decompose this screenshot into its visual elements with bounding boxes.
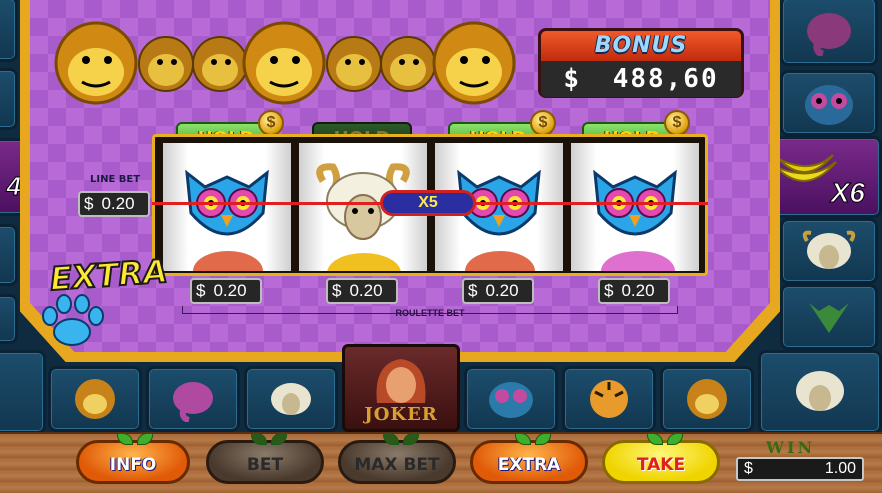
- next-symbol-peek: [465, 251, 535, 271]
- paw-icon: [42, 294, 104, 346]
- tile-bottom-sheep: [244, 366, 338, 432]
- tile-right-owl: [780, 70, 878, 136]
- line-bet-value: 0.20: [101, 194, 135, 213]
- win-display: $ 1.00: [736, 457, 864, 481]
- reel-bet-1[interactable]: $0.20: [190, 278, 262, 304]
- tile-left-4: [0, 294, 18, 344]
- bonus-currency: $: [563, 64, 582, 94]
- win-label: WIN: [766, 438, 816, 457]
- wolf-icon: [809, 303, 849, 333]
- payline-multiplier: X5: [380, 190, 476, 216]
- left-multiplier-label: 4: [6, 171, 22, 202]
- reel-bet-value: 0.20: [485, 281, 519, 300]
- tile-bottom-0: [0, 350, 46, 434]
- reel-bet-value: 0.20: [621, 281, 655, 300]
- extra-button-label: EXTRA: [497, 455, 561, 475]
- currency-symbol: $: [332, 281, 342, 300]
- line-bet-label: LINE BET: [90, 174, 141, 185]
- reel-bet-3[interactable]: $0.20: [462, 278, 534, 304]
- tile-bottom-tiger: [562, 366, 656, 432]
- info-button[interactable]: INFO: [76, 433, 190, 484]
- owl-icon: [593, 169, 677, 236]
- next-symbol-peek: [327, 253, 401, 271]
- extra-button[interactable]: EXTRA: [470, 433, 588, 484]
- elephant-icon: [173, 382, 213, 422]
- currency-symbol: $: [84, 194, 94, 213]
- owl-icon: [185, 169, 269, 236]
- reel-4: [571, 143, 699, 271]
- owl-icon: [489, 382, 533, 418]
- tile-right-sheep: [780, 218, 878, 284]
- monkey-icon: [432, 21, 516, 105]
- tile-left-1: [0, 0, 18, 62]
- leaf-icon: [667, 433, 683, 445]
- currency-symbol: $: [196, 281, 206, 300]
- reel-bet-4[interactable]: $0.20: [598, 278, 670, 304]
- tile-right-elephant: [780, 0, 878, 66]
- line-bet-amount[interactable]: $0.20: [78, 191, 150, 217]
- sheep-icon: [796, 371, 844, 411]
- take-button-label: TAKE: [636, 455, 686, 475]
- tile-bottom-sheep-2: [758, 350, 882, 434]
- win-amount: 1.00: [824, 460, 856, 477]
- monkey-icon: [75, 379, 115, 419]
- leaf-icon: [271, 433, 287, 445]
- info-button-label: INFO: [109, 455, 157, 475]
- next-symbol-peek: [193, 251, 263, 271]
- bonus-value: 488,60: [612, 64, 719, 94]
- tile-bottom-monkey-2: [660, 366, 754, 432]
- leaf-icon: [137, 433, 153, 445]
- reel-bet-value: 0.20: [349, 281, 383, 300]
- reel-1: [163, 143, 291, 271]
- sheep-icon: [802, 230, 856, 269]
- owl-icon: [805, 85, 853, 125]
- bet-button-label: BET: [246, 455, 284, 475]
- bet-button[interactable]: BET: [206, 433, 324, 484]
- tile-left-3: [0, 224, 18, 286]
- leaf-icon: [535, 433, 551, 445]
- currency-symbol: $: [604, 281, 614, 300]
- win-currency: $: [744, 460, 753, 477]
- tile-bottom-owl: [464, 366, 558, 432]
- bonus-display: BONUS $ 488,60: [538, 28, 744, 98]
- tile-bottom-elephant: [146, 366, 240, 432]
- right-multiplier-label: X6: [830, 177, 865, 209]
- tile-right-wolf: [780, 284, 878, 350]
- elephant-icon: [807, 13, 851, 56]
- tile-left-2: [0, 68, 18, 130]
- max-bet-button[interactable]: MAX BET: [338, 433, 456, 484]
- roulette-bet-label: ROULETTE BET: [395, 308, 465, 318]
- currency-symbol: $: [468, 281, 478, 300]
- monkey-icon: [54, 21, 138, 105]
- take-button[interactable]: TAKE: [602, 433, 720, 484]
- joker-label: JOKER: [364, 404, 438, 425]
- coin-icon: $: [530, 110, 556, 136]
- tile-bottom-monkey: [48, 366, 142, 432]
- monkey-icon: [242, 21, 326, 105]
- joker-tile: JOKER: [342, 344, 460, 432]
- next-symbol-peek: [601, 251, 675, 271]
- leaf-icon: [403, 433, 419, 445]
- reel-bet-2[interactable]: $0.20: [326, 278, 398, 304]
- coin-icon: $: [664, 110, 690, 136]
- joker-face-icon: [376, 359, 426, 403]
- bonus-title: BONUS: [541, 31, 741, 61]
- reel-bet-value: 0.20: [213, 281, 247, 300]
- monkey-icon: [687, 379, 727, 419]
- coin-icon: $: [258, 110, 284, 136]
- max-bet-button-label: MAX BET: [354, 455, 440, 475]
- sheep-icon: [271, 383, 311, 415]
- bonus-amount: $ 488,60: [541, 61, 741, 97]
- tiger-icon: [590, 380, 628, 418]
